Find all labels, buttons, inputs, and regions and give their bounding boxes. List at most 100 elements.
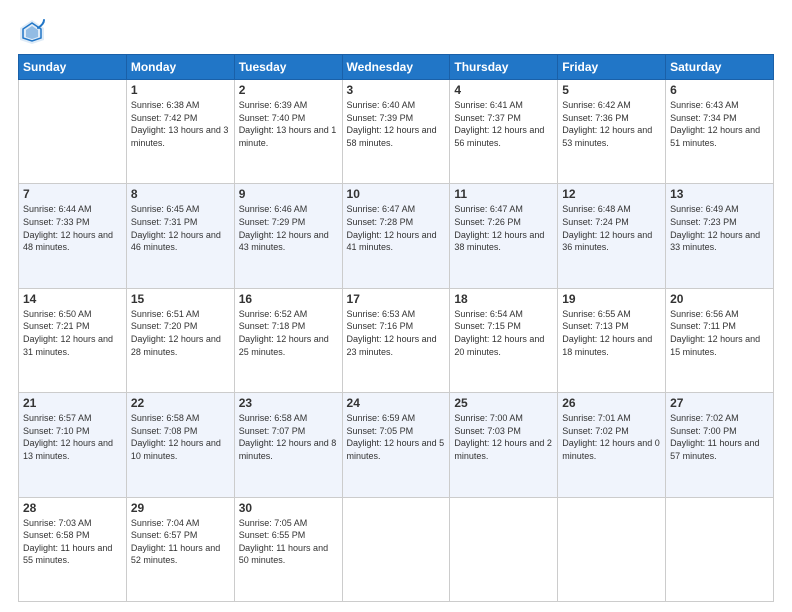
- day-number: 3: [347, 83, 446, 97]
- day-info: Sunrise: 6:45 AMSunset: 7:31 PMDaylight:…: [131, 204, 221, 252]
- day-info: Sunrise: 7:05 AMSunset: 6:55 PMDaylight:…: [239, 518, 328, 566]
- day-info: Sunrise: 7:04 AMSunset: 6:57 PMDaylight:…: [131, 518, 220, 566]
- calendar-week-row: 7 Sunrise: 6:44 AMSunset: 7:33 PMDayligh…: [19, 184, 774, 288]
- day-number: 15: [131, 292, 230, 306]
- day-number: 13: [670, 187, 769, 201]
- calendar-cell: [19, 80, 127, 184]
- calendar-cell: 4 Sunrise: 6:41 AMSunset: 7:37 PMDayligh…: [450, 80, 558, 184]
- calendar-table: SundayMondayTuesdayWednesdayThursdayFrid…: [18, 54, 774, 602]
- day-number: 4: [454, 83, 553, 97]
- day-info: Sunrise: 6:57 AMSunset: 7:10 PMDaylight:…: [23, 413, 113, 461]
- calendar-cell: 13 Sunrise: 6:49 AMSunset: 7:23 PMDaylig…: [666, 184, 774, 288]
- day-number: 18: [454, 292, 553, 306]
- weekday-header-saturday: Saturday: [666, 55, 774, 80]
- calendar-cell: 10 Sunrise: 6:47 AMSunset: 7:28 PMDaylig…: [342, 184, 450, 288]
- day-info: Sunrise: 7:02 AMSunset: 7:00 PMDaylight:…: [670, 413, 759, 461]
- calendar-cell: 2 Sunrise: 6:39 AMSunset: 7:40 PMDayligh…: [234, 80, 342, 184]
- day-number: 19: [562, 292, 661, 306]
- calendar-cell: 12 Sunrise: 6:48 AMSunset: 7:24 PMDaylig…: [558, 184, 666, 288]
- calendar-cell: 26 Sunrise: 7:01 AMSunset: 7:02 PMDaylig…: [558, 393, 666, 497]
- day-number: 14: [23, 292, 122, 306]
- logo-icon: [18, 18, 46, 46]
- page: SundayMondayTuesdayWednesdayThursdayFrid…: [0, 0, 792, 612]
- day-number: 8: [131, 187, 230, 201]
- day-number: 28: [23, 501, 122, 515]
- calendar-cell: 3 Sunrise: 6:40 AMSunset: 7:39 PMDayligh…: [342, 80, 450, 184]
- calendar-cell: 1 Sunrise: 6:38 AMSunset: 7:42 PMDayligh…: [126, 80, 234, 184]
- calendar-cell: 28 Sunrise: 7:03 AMSunset: 6:58 PMDaylig…: [19, 497, 127, 601]
- day-number: 6: [670, 83, 769, 97]
- calendar-week-row: 1 Sunrise: 6:38 AMSunset: 7:42 PMDayligh…: [19, 80, 774, 184]
- day-info: Sunrise: 6:54 AMSunset: 7:15 PMDaylight:…: [454, 309, 544, 357]
- calendar-cell: 8 Sunrise: 6:45 AMSunset: 7:31 PMDayligh…: [126, 184, 234, 288]
- calendar-cell: 22 Sunrise: 6:58 AMSunset: 7:08 PMDaylig…: [126, 393, 234, 497]
- calendar-cell: [450, 497, 558, 601]
- calendar-cell: 5 Sunrise: 6:42 AMSunset: 7:36 PMDayligh…: [558, 80, 666, 184]
- header: [18, 18, 774, 46]
- calendar-cell: [342, 497, 450, 601]
- day-number: 17: [347, 292, 446, 306]
- calendar-header-row: SundayMondayTuesdayWednesdayThursdayFrid…: [19, 55, 774, 80]
- day-number: 16: [239, 292, 338, 306]
- day-number: 26: [562, 396, 661, 410]
- calendar-cell: 23 Sunrise: 6:58 AMSunset: 7:07 PMDaylig…: [234, 393, 342, 497]
- day-info: Sunrise: 6:58 AMSunset: 7:07 PMDaylight:…: [239, 413, 337, 461]
- calendar-cell: 14 Sunrise: 6:50 AMSunset: 7:21 PMDaylig…: [19, 288, 127, 392]
- weekday-header-monday: Monday: [126, 55, 234, 80]
- day-info: Sunrise: 6:58 AMSunset: 7:08 PMDaylight:…: [131, 413, 221, 461]
- weekday-header-friday: Friday: [558, 55, 666, 80]
- day-number: 2: [239, 83, 338, 97]
- day-info: Sunrise: 6:47 AMSunset: 7:26 PMDaylight:…: [454, 204, 544, 252]
- day-number: 24: [347, 396, 446, 410]
- calendar-cell: 20 Sunrise: 6:56 AMSunset: 7:11 PMDaylig…: [666, 288, 774, 392]
- day-info: Sunrise: 7:03 AMSunset: 6:58 PMDaylight:…: [23, 518, 112, 566]
- day-number: 1: [131, 83, 230, 97]
- day-number: 22: [131, 396, 230, 410]
- day-info: Sunrise: 7:01 AMSunset: 7:02 PMDaylight:…: [562, 413, 660, 461]
- calendar-week-row: 21 Sunrise: 6:57 AMSunset: 7:10 PMDaylig…: [19, 393, 774, 497]
- calendar-cell: 30 Sunrise: 7:05 AMSunset: 6:55 PMDaylig…: [234, 497, 342, 601]
- weekday-header-wednesday: Wednesday: [342, 55, 450, 80]
- day-number: 9: [239, 187, 338, 201]
- weekday-header-tuesday: Tuesday: [234, 55, 342, 80]
- calendar-cell: 15 Sunrise: 6:51 AMSunset: 7:20 PMDaylig…: [126, 288, 234, 392]
- day-info: Sunrise: 6:48 AMSunset: 7:24 PMDaylight:…: [562, 204, 652, 252]
- day-info: Sunrise: 6:59 AMSunset: 7:05 PMDaylight:…: [347, 413, 445, 461]
- day-info: Sunrise: 7:00 AMSunset: 7:03 PMDaylight:…: [454, 413, 552, 461]
- day-info: Sunrise: 6:42 AMSunset: 7:36 PMDaylight:…: [562, 100, 652, 148]
- day-info: Sunrise: 6:51 AMSunset: 7:20 PMDaylight:…: [131, 309, 221, 357]
- calendar-cell: 9 Sunrise: 6:46 AMSunset: 7:29 PMDayligh…: [234, 184, 342, 288]
- day-info: Sunrise: 6:55 AMSunset: 7:13 PMDaylight:…: [562, 309, 652, 357]
- day-info: Sunrise: 6:43 AMSunset: 7:34 PMDaylight:…: [670, 100, 760, 148]
- calendar-cell: 18 Sunrise: 6:54 AMSunset: 7:15 PMDaylig…: [450, 288, 558, 392]
- day-number: 21: [23, 396, 122, 410]
- calendar-week-row: 28 Sunrise: 7:03 AMSunset: 6:58 PMDaylig…: [19, 497, 774, 601]
- weekday-header-thursday: Thursday: [450, 55, 558, 80]
- calendar-cell: 17 Sunrise: 6:53 AMSunset: 7:16 PMDaylig…: [342, 288, 450, 392]
- calendar-cell: 16 Sunrise: 6:52 AMSunset: 7:18 PMDaylig…: [234, 288, 342, 392]
- calendar-cell: 11 Sunrise: 6:47 AMSunset: 7:26 PMDaylig…: [450, 184, 558, 288]
- day-info: Sunrise: 6:53 AMSunset: 7:16 PMDaylight:…: [347, 309, 437, 357]
- day-info: Sunrise: 6:47 AMSunset: 7:28 PMDaylight:…: [347, 204, 437, 252]
- day-info: Sunrise: 6:52 AMSunset: 7:18 PMDaylight:…: [239, 309, 329, 357]
- day-info: Sunrise: 6:38 AMSunset: 7:42 PMDaylight:…: [131, 100, 229, 148]
- calendar-cell: 7 Sunrise: 6:44 AMSunset: 7:33 PMDayligh…: [19, 184, 127, 288]
- day-number: 10: [347, 187, 446, 201]
- calendar-cell: 24 Sunrise: 6:59 AMSunset: 7:05 PMDaylig…: [342, 393, 450, 497]
- calendar-cell: 19 Sunrise: 6:55 AMSunset: 7:13 PMDaylig…: [558, 288, 666, 392]
- day-number: 30: [239, 501, 338, 515]
- calendar-cell: [558, 497, 666, 601]
- day-info: Sunrise: 6:56 AMSunset: 7:11 PMDaylight:…: [670, 309, 760, 357]
- logo: [18, 18, 50, 46]
- calendar-week-row: 14 Sunrise: 6:50 AMSunset: 7:21 PMDaylig…: [19, 288, 774, 392]
- day-number: 12: [562, 187, 661, 201]
- day-number: 5: [562, 83, 661, 97]
- calendar-cell: 6 Sunrise: 6:43 AMSunset: 7:34 PMDayligh…: [666, 80, 774, 184]
- day-number: 29: [131, 501, 230, 515]
- calendar-cell: [666, 497, 774, 601]
- calendar-cell: 27 Sunrise: 7:02 AMSunset: 7:00 PMDaylig…: [666, 393, 774, 497]
- day-info: Sunrise: 6:44 AMSunset: 7:33 PMDaylight:…: [23, 204, 113, 252]
- weekday-header-sunday: Sunday: [19, 55, 127, 80]
- day-info: Sunrise: 6:46 AMSunset: 7:29 PMDaylight:…: [239, 204, 329, 252]
- day-info: Sunrise: 6:41 AMSunset: 7:37 PMDaylight:…: [454, 100, 544, 148]
